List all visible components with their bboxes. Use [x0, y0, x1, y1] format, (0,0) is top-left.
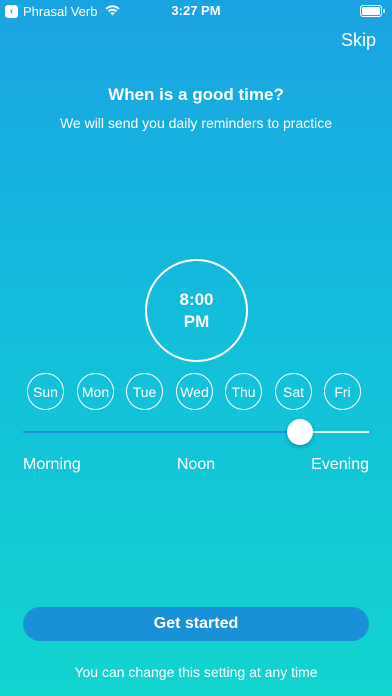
- day-toggle-mon[interactable]: Mon: [77, 373, 114, 410]
- status-time: 3:27 PM: [171, 3, 221, 18]
- day-toggle-wed[interactable]: Wed: [176, 373, 213, 410]
- slider-track-filled: [23, 431, 300, 433]
- page-subtitle: We will send you daily reminders to prac…: [59, 115, 333, 131]
- day-toggle-sun[interactable]: Sun: [27, 373, 64, 410]
- slider-label-evening: Evening: [311, 456, 369, 473]
- footer-note: You can change this setting at any time: [74, 664, 318, 680]
- reminder-time-display[interactable]: 8:00 PM: [145, 259, 248, 362]
- status-bar: ‹ Phrasal Verb 3:27 PM: [0, 0, 392, 22]
- reminder-time-value: 8:00: [179, 289, 214, 309]
- day-toggle-sat[interactable]: Sat: [275, 373, 312, 410]
- skip-button[interactable]: Skip: [341, 30, 376, 51]
- time-of-day-slider[interactable]: [23, 418, 369, 446]
- page-title: When is a good time?: [108, 85, 284, 104]
- slider-thumb[interactable]: [287, 419, 313, 445]
- day-toggle-tue[interactable]: Tue: [126, 373, 163, 410]
- day-toggle-fri[interactable]: Fri: [324, 373, 361, 410]
- day-selector: Sun Mon Tue Wed Thu Sat Fri: [27, 373, 367, 411]
- day-toggle-thu[interactable]: Thu: [225, 373, 262, 410]
- battery-icon: [360, 5, 385, 17]
- get-started-button[interactable]: Get started: [23, 607, 369, 641]
- reminder-time-period: PM: [183, 311, 210, 331]
